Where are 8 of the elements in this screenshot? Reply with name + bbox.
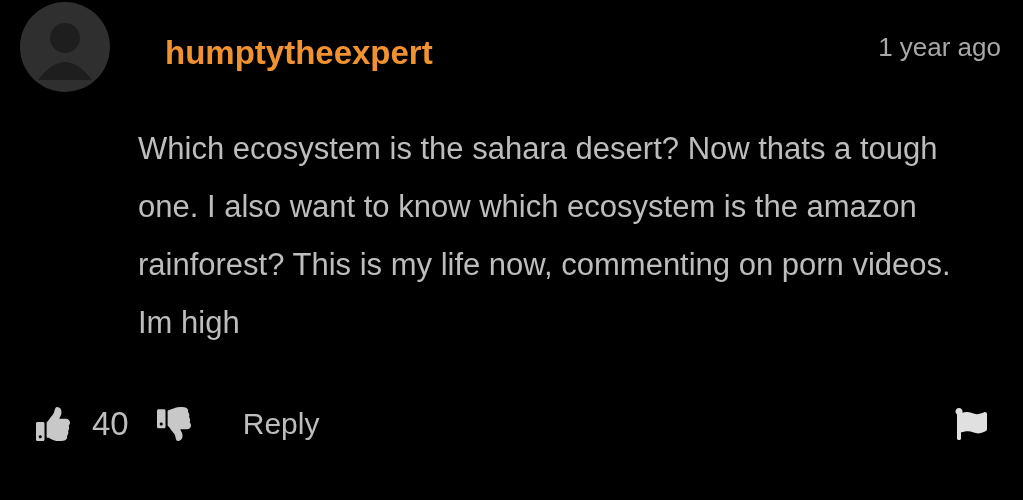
flag-icon[interactable]	[955, 408, 987, 440]
reply-link[interactable]: Reply	[242, 407, 320, 441]
comment-text: Which ecosystem is the sahara desert? Now thats a tough one. I also want to know which ecosystem is the amazon rainforest? This is my life now, commenting on porn videos. Im high	[138, 130, 952, 342]
like-count: 40	[92, 405, 129, 443]
username[interactable]: humptytheexpert	[165, 34, 433, 72]
thumbs-up-icon[interactable]	[36, 407, 70, 441]
thumbs-down-icon[interactable]	[156, 407, 191, 441]
timestamp: 1 year ago	[878, 31, 1001, 63]
